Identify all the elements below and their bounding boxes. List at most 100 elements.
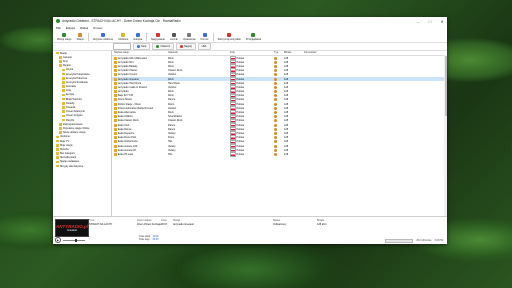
stream-type-icon (274, 148, 277, 152)
toolbar-separator (146, 32, 148, 41)
disk-space: 25.0 GB wolne (416, 240, 432, 242)
toolbar-button-9[interactable]: Zatrzymaj wszystkie (216, 32, 243, 42)
app-window: Antyradio Greatest - STRACH NA LACHY - D… (53, 17, 447, 244)
col-type-header[interactable]: Typ (274, 51, 284, 54)
toolbar-button-2[interactable]: Aktywne ulubione (91, 32, 115, 42)
col-bitrate-header[interactable]: Bitrate (284, 51, 304, 54)
station-bitrate: 128 (284, 119, 289, 123)
clock: 3:16 PM (434, 240, 443, 242)
station-genre: Rock (168, 90, 174, 94)
menu-item-0[interactable]: Plik (56, 26, 61, 30)
station-type-cell (274, 111, 284, 115)
station-name-cell: Eska Depeche (112, 131, 168, 135)
folder-icon (62, 106, 65, 109)
folder-icon (59, 64, 62, 67)
tree-item-label: Nowe dodane stacje (63, 131, 86, 135)
station-type-cell (274, 115, 284, 119)
station-genre: Dance (168, 98, 176, 102)
record-time-value: 00:00 (152, 239, 159, 242)
close-icon[interactable]: ✕ (437, 17, 447, 25)
station-name: Dzieci Admiralne Radio Romani (118, 106, 154, 110)
maximize-icon[interactable]: □ (425, 17, 435, 25)
radio-icon (114, 106, 117, 110)
col-name-header[interactable]: Nazwa stacji (112, 51, 168, 54)
volume-slider[interactable] (63, 238, 85, 242)
toolbar-button-1[interactable]: Stacje (75, 32, 86, 42)
menu-item-2[interactable]: Widok (80, 26, 88, 30)
station-bitrate: 128 (284, 60, 289, 64)
tree-item-label: Pacyfik (66, 118, 75, 122)
station-type-cell (274, 144, 284, 148)
play-pause-icon[interactable]: ▶ (55, 237, 61, 243)
folder-icon (56, 152, 59, 155)
stream-type-icon (274, 136, 277, 140)
np-title: STRACH NA LACHY (89, 223, 113, 226)
toolbar-label: Licznik (169, 37, 178, 41)
scrollbar-thumb[interactable] (444, 56, 447, 116)
station-bitrate: 128 (284, 73, 289, 77)
toolbar-button-0[interactable]: Zbiegi stacje (55, 32, 74, 42)
menu-item-3[interactable]: Pomoc (93, 26, 102, 30)
stream-type-icon (274, 102, 277, 106)
stream-type-icon (274, 131, 277, 135)
station-name: Disco Strefa (118, 98, 132, 102)
tree-item[interactable]: Skrypty alternatywne (53, 164, 111, 168)
folder-icon (56, 148, 59, 151)
play-button[interactable]: Odtwórz (152, 43, 175, 50)
volume-knob[interactable] (75, 238, 77, 242)
station-bitrate: 128 (284, 56, 289, 60)
station-time-label: Czas stacji: (139, 236, 151, 238)
poland-flag-icon (230, 152, 236, 157)
folder-icon (59, 122, 62, 126)
radio-icon (114, 60, 117, 64)
toolbar-button-10[interactable]: Przeglądarka (244, 32, 263, 42)
station-bitrate: 128 (284, 94, 289, 98)
np-status: Odtwarzany (273, 223, 287, 226)
minimize-icon[interactable]: – (413, 17, 423, 25)
station-name-cell: Antyradio (112, 90, 168, 94)
radio-icon (114, 73, 117, 77)
station-row[interactable]: Eska Hit Lata Hits Polska 128 (112, 152, 447, 157)
tree-item-label: Ameryka Środkowa (66, 80, 88, 84)
station-name-cell: Disco Strefa (112, 98, 168, 102)
stream-type-icon (274, 144, 277, 148)
station-genre: Hard Rock (168, 81, 180, 85)
menu-item-1[interactable]: Edycja (66, 26, 75, 30)
toolbar-separator (87, 32, 89, 41)
stream-type-icon (274, 73, 277, 77)
url-button[interactable]: URL (197, 43, 211, 50)
toolbar-button-3[interactable]: Ulubione (116, 32, 130, 42)
station-name: Antyradio 90's (118, 60, 134, 64)
stream-type-icon (274, 106, 277, 110)
vertical-scrollbar[interactable] (444, 55, 447, 216)
search-input[interactable] (113, 43, 131, 50)
station-genre: Variety (168, 144, 176, 148)
toolbar-button-8[interactable]: Pomoc (199, 32, 211, 42)
stream-type-icon (274, 90, 277, 94)
window-title: Antyradio Greatest - STRACH NA LACHY - D… (62, 19, 181, 23)
station-name: Dobre Stacje - Disco (118, 102, 141, 106)
station-type-cell (274, 77, 284, 81)
toolbar-button-7[interactable]: Ustawienia (181, 32, 198, 42)
record-button[interactable]: Nagraj (176, 43, 196, 50)
station-name: Eska Depeche (118, 131, 135, 135)
play-label: Odtwórz (160, 45, 171, 48)
station-name: Eska Classic Rock (118, 119, 139, 123)
tree-item-label: Bez kategorii (60, 152, 75, 156)
station-type-cell (274, 119, 284, 123)
stop-button[interactable]: Stop (133, 43, 151, 50)
record-icon (180, 45, 184, 48)
station-genre: Variety (168, 148, 176, 152)
station-genre: Dance (168, 127, 176, 131)
col-genre-header[interactable]: Gatunek (168, 51, 230, 54)
toolbar-button-5[interactable]: Nagrywanie (149, 32, 167, 42)
station-genre: Rock (168, 56, 174, 60)
col-comment-header[interactable]: Komentarz (304, 51, 447, 54)
station-bitrate: 128 (284, 131, 289, 135)
radio-icon (114, 148, 117, 152)
toolbar-button-6[interactable]: Licznik (168, 32, 180, 42)
col-country-header[interactable]: Kraj (230, 51, 274, 54)
toolbar-button-4[interactable]: Historia (131, 32, 144, 42)
station-genre: Dance (168, 123, 176, 127)
station-name: Antyradio Covers (118, 73, 138, 77)
